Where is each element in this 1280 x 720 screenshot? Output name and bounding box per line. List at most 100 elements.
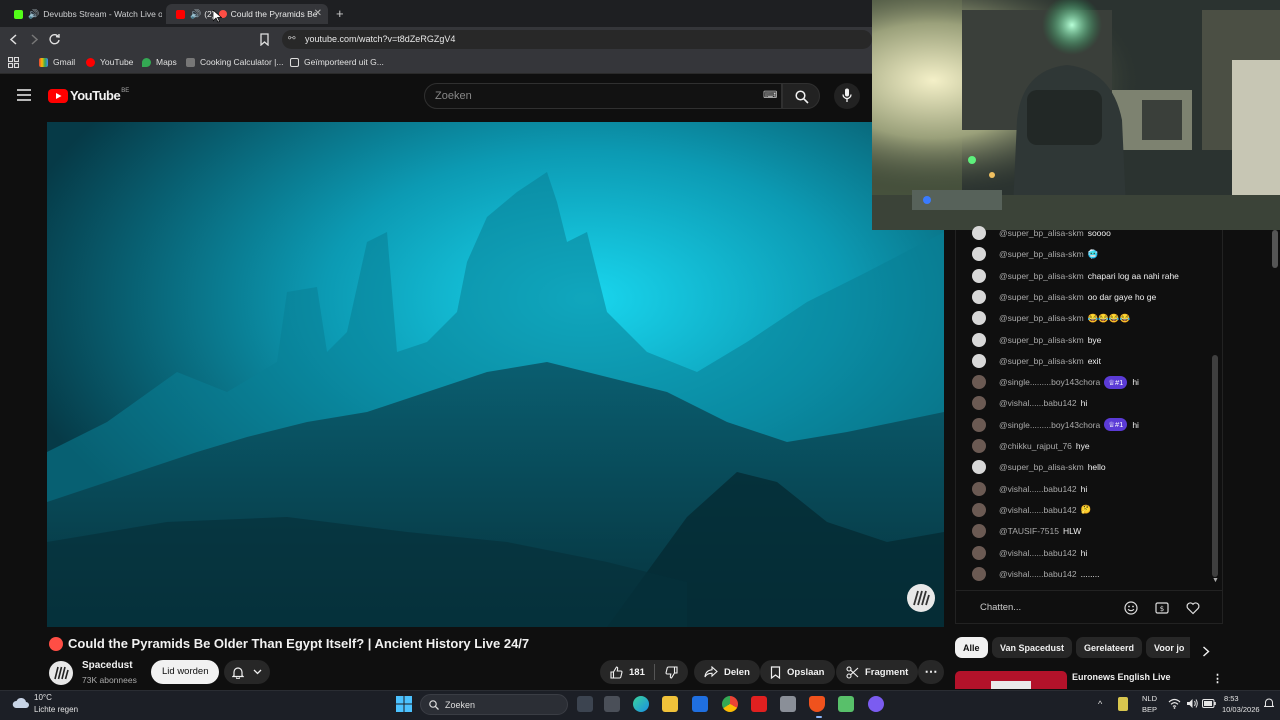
chat-author[interactable]: @super_bp_alisa-skm — [999, 271, 1084, 281]
brave-icon[interactable] — [809, 696, 825, 712]
chat-message[interactable]: @super_bp_alisa-skm oo dar gaye ho ge — [972, 288, 1156, 306]
chat-input[interactable]: Chatten... — [968, 597, 1128, 619]
bookmark-gmail[interactable]: Gmail — [39, 57, 75, 67]
bookmark-maps[interactable]: Maps — [142, 57, 177, 67]
calculator-app-icon[interactable] — [780, 696, 796, 712]
thumbs-down-icon[interactable] — [665, 665, 678, 679]
chat-message[interactable]: @TAUSIF-7515 HLW — [972, 522, 1081, 540]
chat-avatar[interactable] — [972, 268, 986, 283]
chat-author[interactable]: @super_bp_alisa-skm — [999, 335, 1084, 345]
chat-avatar[interactable] — [972, 481, 986, 496]
chat-message[interactable]: @vishal......babu142 🤔 — [972, 501, 1091, 519]
chip-for-you[interactable]: Voor jo — [1146, 637, 1190, 658]
notifications-button[interactable] — [224, 660, 270, 684]
forward-icon[interactable] — [29, 34, 39, 45]
more-actions-button[interactable]: ⋯ — [918, 660, 944, 684]
chat-avatar[interactable] — [972, 439, 986, 453]
chat-author[interactable]: @single.........boy143chora — [999, 377, 1100, 387]
chat-author[interactable]: @vishal......babu142 — [999, 548, 1077, 558]
chat-avatar[interactable] — [972, 247, 986, 262]
chat-message[interactable]: @super_bp_alisa-skm 🥶 — [972, 245, 1098, 263]
chat-message[interactable]: @super_bp_alisa-skm exit — [972, 352, 1101, 370]
chat-avatar[interactable] — [972, 566, 986, 581]
clock-time[interactable]: 8:53 — [1224, 694, 1239, 703]
save-button[interactable]: Opslaan — [760, 660, 835, 684]
thumbs-up-icon[interactable] — [610, 665, 623, 679]
file-explorer-icon[interactable] — [662, 696, 678, 712]
video-player[interactable] — [47, 122, 944, 627]
channel-watermark[interactable] — [907, 584, 935, 612]
chat-scrollbar[interactable] — [1212, 355, 1218, 577]
related-video-title[interactable]: Euronews English Live — [1072, 672, 1171, 682]
bookmark-icon[interactable] — [259, 33, 270, 46]
wifi-icon[interactable] — [1168, 698, 1181, 709]
clock-date[interactable]: 10/03/2026 — [1222, 705, 1260, 714]
chat-author[interactable]: @super_bp_alisa-skm — [999, 292, 1084, 302]
chat-author[interactable]: @super_bp_alisa-skm — [999, 228, 1084, 238]
taskbar-search[interactable]: Zoeken — [420, 694, 568, 715]
chat-avatar[interactable] — [972, 311, 986, 326]
tab-devubbs[interactable]: 🔊 Devubbs Stream - Watch Live on — [4, 4, 162, 24]
share-button[interactable]: Delen — [694, 660, 760, 684]
chat-author[interactable]: @super_bp_alisa-skm — [999, 313, 1084, 323]
tab-pyramids[interactable]: 🔊 (2) Could the Pyramids Be ✕ — [166, 4, 328, 24]
join-button[interactable]: Lid worden — [151, 660, 220, 684]
edge-icon[interactable] — [633, 696, 649, 712]
page-scrollbar[interactable] — [1272, 230, 1278, 268]
discord-icon[interactable] — [868, 696, 884, 712]
back-icon[interactable] — [9, 34, 19, 45]
chat-author[interactable]: @chikku_rajput_76 — [999, 441, 1072, 451]
chat-avatar[interactable] — [972, 226, 986, 240]
bookmark-cooking-calculator[interactable]: Cooking Calculator |... — [186, 57, 283, 67]
volume-icon[interactable] — [1186, 698, 1199, 709]
chat-message[interactable]: @vishal......babu142 hi — [972, 480, 1087, 498]
weather-widget[interactable] — [12, 697, 30, 711]
chip-from-spacedust[interactable]: Van Spacedust — [992, 637, 1073, 658]
chat-message[interactable]: @super_bp_alisa-skm hello — [972, 458, 1106, 476]
chat-message[interactable]: @super_bp_alisa-skm bye — [972, 331, 1101, 349]
search-input[interactable]: Zoeken ⌨ — [424, 83, 782, 109]
chrome-icon[interactable] — [722, 696, 738, 712]
chat-author[interactable]: @vishal......babu142 — [999, 398, 1077, 408]
chat-avatar[interactable] — [972, 524, 986, 539]
chat-message[interactable]: @single.........boy143chora ♕#1 hi — [972, 373, 1139, 391]
related-video-thumbnail[interactable] — [955, 671, 1067, 689]
emoji-icon[interactable] — [1124, 601, 1138, 615]
keyboard-layout-indicator[interactable]: BEP — [1142, 705, 1157, 714]
channel-avatar[interactable] — [49, 661, 73, 685]
keyboard-icon[interactable]: ⌨ — [763, 90, 777, 101]
chevron-right-icon[interactable] — [1202, 646, 1210, 657]
search-button[interactable] — [782, 83, 820, 109]
chat-author[interactable]: @super_bp_alisa-skm — [999, 462, 1084, 472]
chat-avatar[interactable] — [972, 289, 986, 304]
voice-search-button[interactable] — [834, 83, 860, 109]
windows-start-icon[interactable] — [396, 696, 412, 712]
url-field[interactable]: ⚯ youtube.com/watch?v=t8dZeRGZgV4 — [282, 30, 872, 49]
chat-avatar[interactable] — [972, 545, 986, 560]
chat-avatar[interactable] — [972, 396, 986, 411]
chat-author[interactable]: @vishal......babu142 — [999, 505, 1077, 515]
chat-author[interactable]: @vishal......babu142 — [999, 484, 1077, 494]
scroll-down-icon[interactable]: ▼ — [1212, 577, 1219, 584]
chat-message[interactable]: @chikku_rajput_76 hye — [972, 437, 1090, 455]
widgets-icon[interactable] — [604, 696, 620, 712]
chat-author[interactable]: @super_bp_alisa-skm — [999, 356, 1084, 366]
chat-message[interactable]: @super_bp_alisa-skm 😂😂😂😂 — [972, 309, 1130, 327]
new-tab-button[interactable]: + — [336, 6, 344, 21]
chip-related[interactable]: Gerelateerd — [1076, 637, 1143, 658]
chat-message[interactable]: @vishal......babu142 hi — [972, 544, 1087, 562]
chat-avatar[interactable] — [972, 375, 986, 390]
chat-message[interactable]: @vishal......babu142........ — [972, 565, 1100, 583]
task-view-icon[interactable] — [577, 696, 593, 712]
close-tab-icon[interactable]: ✕ — [314, 8, 322, 19]
chat-author[interactable]: @single.........boy143chora — [999, 420, 1100, 430]
tray-overflow-icon[interactable]: ^ — [1098, 699, 1102, 709]
language-indicator[interactable]: NLD — [1142, 694, 1157, 703]
chat-message[interactable]: @super_bp_alisa-skm chapari log aa nahi r… — [972, 267, 1179, 285]
channel-name[interactable]: Spacedust — [82, 660, 133, 671]
chat-avatar[interactable] — [972, 353, 986, 368]
super-chat-icon[interactable]: $ — [1155, 601, 1169, 615]
outlook-icon[interactable] — [692, 696, 708, 712]
chat-avatar[interactable] — [972, 460, 986, 475]
youtube-app-icon[interactable] — [751, 696, 767, 712]
